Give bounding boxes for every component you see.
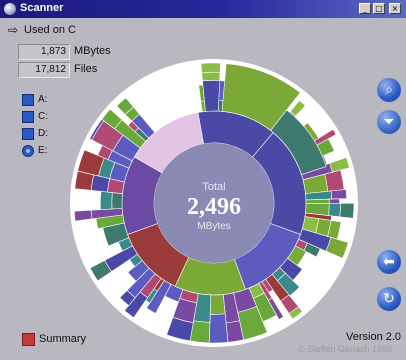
zoom-in-button[interactable]: ⌕ — [377, 78, 401, 102]
back-arrow-icon: ⬅ — [383, 254, 395, 270]
directory-segment[interactable] — [200, 62, 221, 74]
directory-segment[interactable] — [305, 198, 330, 204]
directory-segment[interactable] — [208, 313, 229, 344]
disk-usage-sunburst[interactable]: Total 2,496 MBytes — [0, 0, 406, 360]
total-caption: Total — [202, 181, 225, 193]
summary-icon[interactable] — [22, 333, 35, 346]
version-label: Version 2.0 — [346, 331, 402, 343]
directory-segment[interactable] — [201, 71, 221, 82]
directory-segment[interactable] — [324, 169, 345, 192]
total-value: 2,496 — [187, 194, 241, 220]
directory-segment[interactable] — [330, 189, 348, 200]
copyright-label: © Steffen Gerlach 1998 — [298, 344, 393, 354]
directory-segment[interactable] — [209, 294, 226, 315]
back-button[interactable]: ⬅ — [377, 250, 401, 274]
directory-segment[interactable] — [339, 203, 355, 219]
filter-button[interactable]: ⏷ — [377, 110, 401, 134]
directory-segment[interactable] — [73, 209, 93, 222]
directory-segment[interactable] — [202, 79, 221, 112]
refresh-button[interactable]: ↻ — [377, 287, 401, 311]
directory-segment[interactable] — [328, 203, 341, 218]
magnifier-icon: ⌕ — [385, 82, 393, 98]
funnel-icon: ⏷ — [383, 114, 395, 130]
directory-segment[interactable] — [328, 198, 340, 204]
directory-segment[interactable] — [111, 192, 123, 210]
refresh-icon: ↻ — [383, 291, 395, 307]
summary-button[interactable]: Summary — [39, 333, 86, 345]
directory-segment[interactable] — [99, 191, 113, 210]
total-unit: MBytes — [197, 221, 230, 232]
